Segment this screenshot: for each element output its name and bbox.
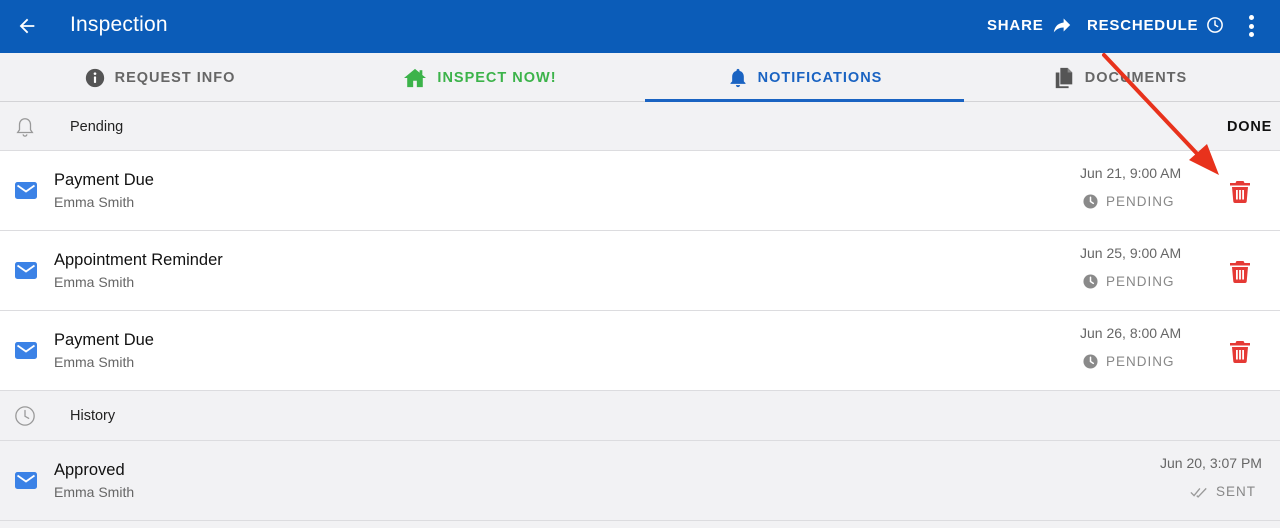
mail-icon bbox=[15, 342, 37, 359]
pending-clock-icon bbox=[1083, 354, 1098, 369]
status-text: SENT bbox=[1216, 484, 1257, 499]
status-text: PENDING bbox=[1106, 274, 1175, 289]
tab-label: NOTIFICATIONS bbox=[757, 69, 883, 86]
notification-subject: Payment Due bbox=[54, 331, 154, 349]
done-button[interactable]: DONE bbox=[1227, 119, 1272, 135]
history-section-header: History bbox=[0, 391, 1280, 441]
notification-recipient: Emma Smith bbox=[54, 354, 135, 370]
notification-recipient: Emma Smith bbox=[54, 274, 135, 290]
pending-section-header: Pending DONE bbox=[0, 102, 1280, 151]
page-title: Inspection bbox=[70, 13, 168, 36]
documents-icon bbox=[1055, 67, 1073, 88]
tab-bar: REQUEST INFO INSPECT NOW! NOTIFICATIONS … bbox=[0, 53, 1280, 102]
bell-icon bbox=[730, 68, 746, 87]
info-icon bbox=[85, 68, 104, 87]
tab-documents[interactable]: DOCUMENTS bbox=[960, 53, 1280, 102]
list-item[interactable]: Appointment Reminder Emma Smith Jun 25, … bbox=[0, 231, 1280, 311]
tab-label: INSPECT NOW! bbox=[437, 69, 557, 86]
notification-recipient: Emma Smith bbox=[54, 194, 135, 210]
mail-icon bbox=[15, 472, 37, 489]
app-bar: Inspection SHARE RESCHEDULE bbox=[0, 0, 1280, 53]
list-item[interactable]: Payment Due Emma Smith Jun 21, 9:00 AM P… bbox=[0, 151, 1280, 231]
notification-date: Jun 26, 8:00 AM bbox=[1080, 325, 1182, 341]
notification-date: Jun 25, 9:00 AM bbox=[1080, 245, 1182, 261]
clock-outline-icon bbox=[15, 406, 35, 426]
mail-icon bbox=[15, 182, 37, 199]
pending-clock-icon bbox=[1083, 274, 1098, 289]
clock-icon bbox=[1207, 17, 1224, 33]
tab-label: REQUEST INFO bbox=[114, 69, 236, 86]
list-item[interactable]: Payment Due Emma Smith Jun 26, 8:00 AM P… bbox=[0, 311, 1280, 391]
mail-icon bbox=[15, 262, 37, 279]
reschedule-label: RESCHEDULE bbox=[1087, 16, 1199, 34]
notification-subject: Approved bbox=[54, 461, 125, 479]
tab-notifications[interactable]: NOTIFICATIONS bbox=[640, 53, 970, 102]
reschedule-button[interactable]: RESCHEDULE bbox=[1087, 16, 1224, 34]
back-button[interactable] bbox=[12, 11, 42, 41]
double-check-icon bbox=[1190, 487, 1207, 498]
tab-inspect-now[interactable]: INSPECT NOW! bbox=[320, 53, 640, 102]
arrow-left-icon bbox=[19, 18, 35, 34]
share-arrow-icon bbox=[1053, 18, 1070, 33]
bell-outline-icon bbox=[16, 118, 34, 137]
status-badge: SENT bbox=[1190, 484, 1256, 499]
more-vert-icon[interactable] bbox=[1240, 12, 1262, 40]
notification-subject: Appointment Reminder bbox=[54, 251, 223, 269]
status-text: PENDING bbox=[1106, 354, 1175, 369]
status-badge: PENDING bbox=[1083, 194, 1175, 209]
notification-subject: Payment Due bbox=[54, 171, 154, 189]
section-label: Pending bbox=[70, 119, 124, 135]
trash-icon[interactable] bbox=[1229, 339, 1251, 363]
tab-label: DOCUMENTS bbox=[1084, 69, 1188, 86]
section-label: History bbox=[70, 408, 116, 424]
tab-request-info[interactable]: REQUEST INFO bbox=[0, 53, 320, 102]
status-badge: PENDING bbox=[1083, 354, 1175, 369]
list-item[interactable]: Approved Emma Smith Jun 20, 3:07 PM SENT bbox=[0, 441, 1280, 521]
trash-icon[interactable] bbox=[1229, 259, 1251, 283]
status-badge: PENDING bbox=[1083, 274, 1175, 289]
notification-date: Jun 21, 9:00 AM bbox=[1080, 165, 1182, 181]
notification-recipient: Emma Smith bbox=[54, 484, 135, 500]
notification-date: Jun 20, 3:07 PM bbox=[1160, 455, 1262, 471]
share-button[interactable]: SHARE bbox=[987, 16, 1072, 34]
status-text: PENDING bbox=[1106, 194, 1175, 209]
pending-clock-icon bbox=[1083, 194, 1098, 209]
home-icon bbox=[404, 68, 427, 87]
share-label: SHARE bbox=[987, 16, 1044, 34]
trash-icon[interactable] bbox=[1229, 179, 1251, 203]
